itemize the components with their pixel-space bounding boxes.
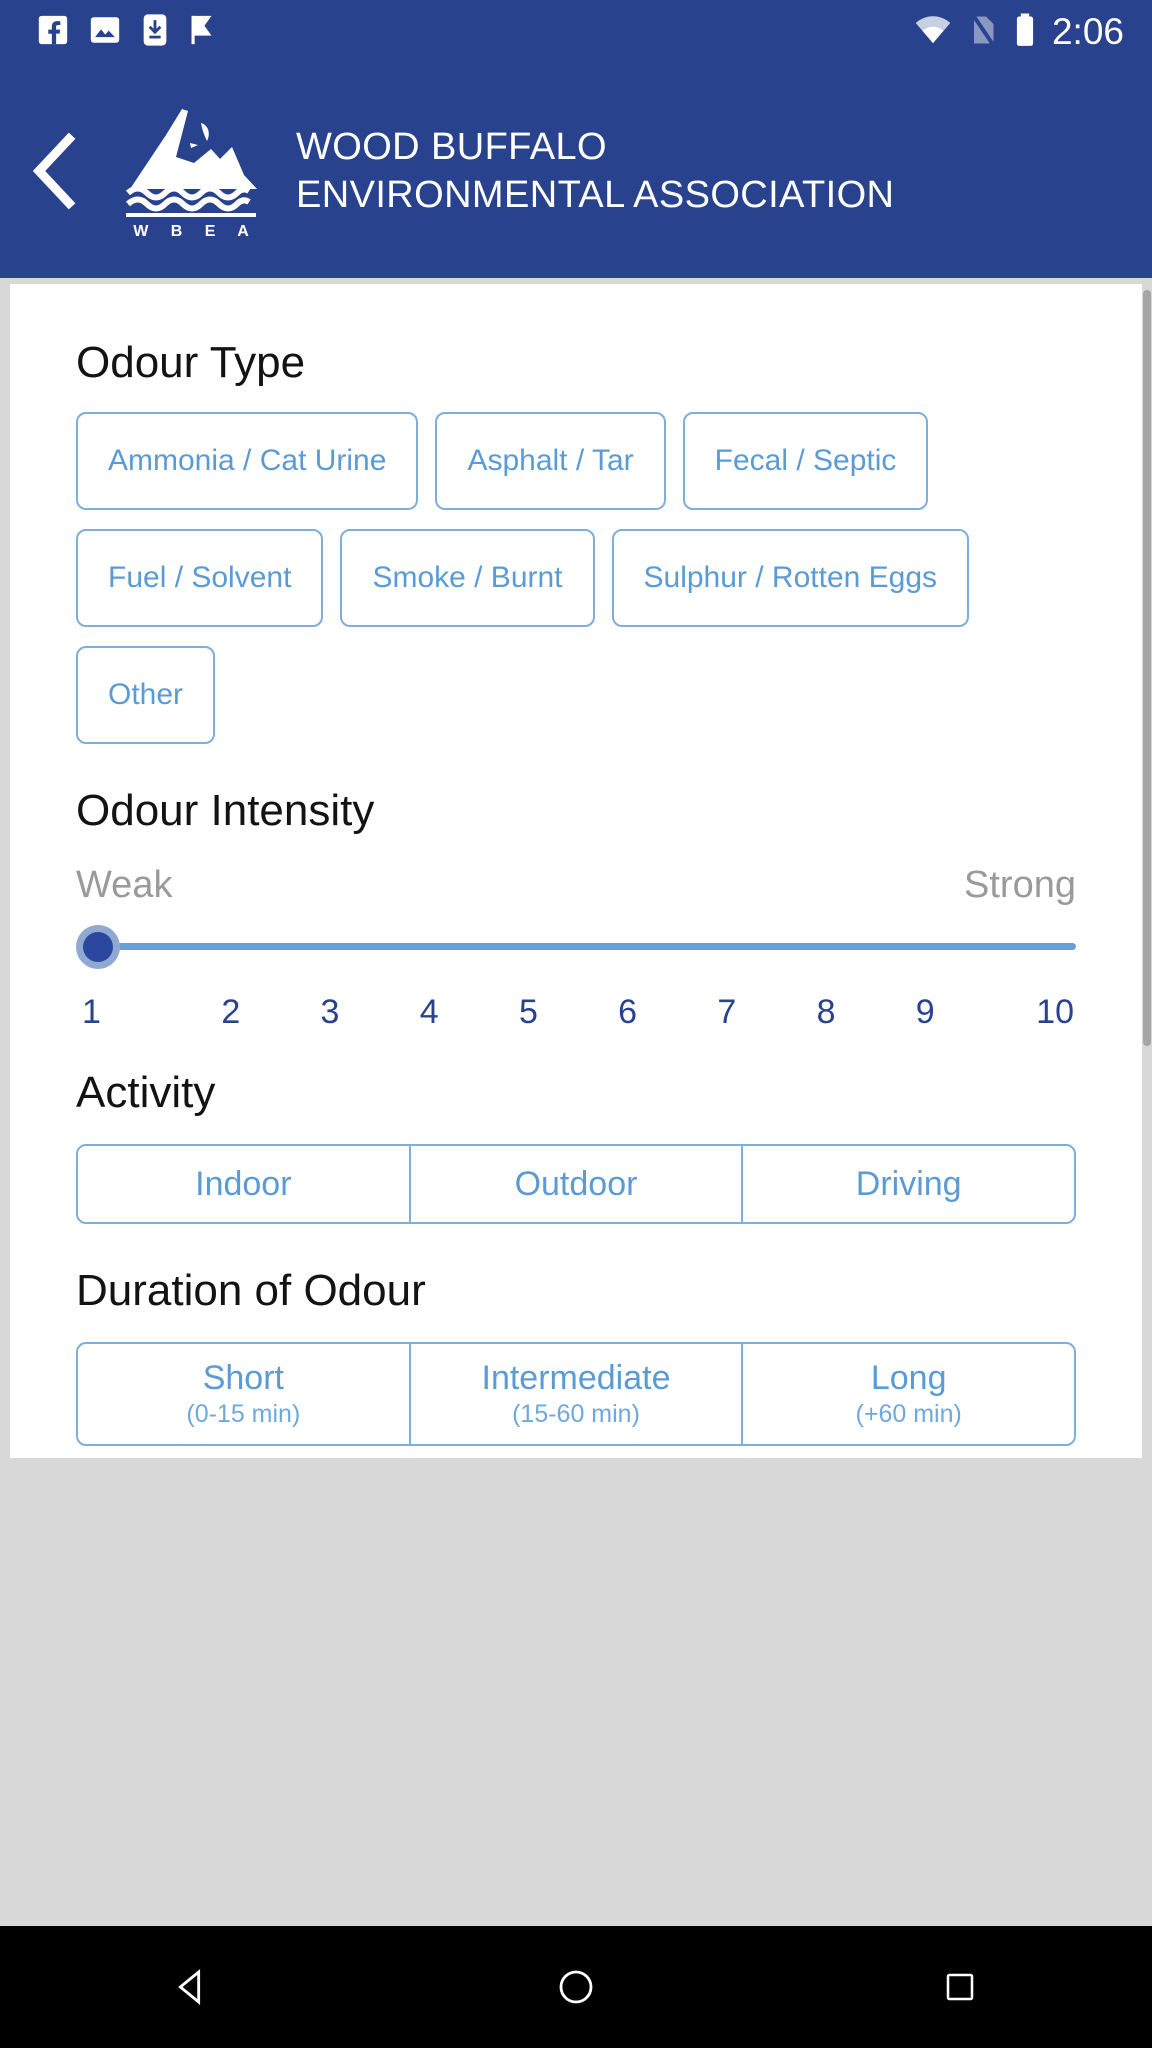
intensity-tick-10[interactable]: 10 <box>975 993 1076 1032</box>
nav-recents-button[interactable] <box>860 1969 1060 2005</box>
intensity-tick-7[interactable]: 7 <box>677 993 776 1032</box>
duration-option-long-label: Long <box>870 1359 947 1397</box>
odour-type-chip-smoke[interactable]: Smoke / Burnt <box>340 529 595 627</box>
intensity-min-label: Weak <box>76 864 173 906</box>
duration-option-long-sub: (+60 min) <box>855 1400 962 1428</box>
odour-type-chip-group: Ammonia / Cat Urine Asphalt / Tar Fecal … <box>76 412 1076 744</box>
duration-option-short-label: Short <box>202 1359 284 1397</box>
nav-back-button[interactable] <box>92 1967 292 2007</box>
duration-option-intermediate-label: Intermediate <box>481 1359 671 1397</box>
duration-option-intermediate[interactable]: Intermediate (15-60 min) <box>411 1344 744 1444</box>
intensity-tick-1[interactable]: 1 <box>76 993 181 1032</box>
odour-type-row-1: Ammonia / Cat Urine Asphalt / Tar Fecal … <box>76 412 1076 510</box>
intensity-slider-thumb[interactable] <box>76 925 120 969</box>
intensity-tick-9[interactable]: 9 <box>876 993 975 1032</box>
odour-intensity-title: Odour Intensity <box>76 786 375 835</box>
duration-option-short-sub: (0-15 min) <box>186 1400 301 1428</box>
duration-segmented-control: Short (0-15 min) Intermediate (15-60 min… <box>76 1342 1076 1446</box>
odour-type-chip-ammonia[interactable]: Ammonia / Cat Urine <box>76 412 419 510</box>
wifi-icon <box>914 13 952 52</box>
form-scroll-area[interactable]: Odour Type Ammonia / Cat Urine Asphalt /… <box>10 284 1142 1458</box>
intensity-slider[interactable] <box>76 917 1076 975</box>
facebook-icon <box>36 13 70 52</box>
activity-option-driving[interactable]: Driving <box>743 1146 1074 1222</box>
activity-option-outdoor-label: Outdoor <box>514 1164 638 1203</box>
intensity-tick-5[interactable]: 5 <box>479 993 578 1032</box>
odour-type-chip-asphalt[interactable]: Asphalt / Tar <box>435 412 666 510</box>
clock-time: 2:06 <box>1051 11 1124 52</box>
intensity-tick-2[interactable]: 2 <box>181 993 280 1032</box>
activity-option-indoor[interactable]: Indoor <box>78 1146 411 1222</box>
back-button[interactable] <box>0 64 110 278</box>
wbea-logo: W B E A <box>116 101 266 241</box>
app-bar-title-line1: WOOD BUFFALO <box>296 126 607 168</box>
duration-option-long[interactable]: Long (+60 min) <box>743 1344 1074 1444</box>
android-navigation-bar <box>0 1926 1152 2048</box>
status-bar-notification-icons <box>36 13 218 52</box>
odour-type-chip-fecal[interactable]: Fecal / Septic <box>682 412 929 510</box>
checkmark-flag-icon <box>188 13 218 52</box>
back-triangle-icon <box>178 1969 201 2005</box>
intensity-slider-track[interactable] <box>90 943 1076 950</box>
gallery-icon <box>88 13 122 52</box>
battery-icon <box>1014 12 1036 53</box>
activity-segmented-control: Indoor Outdoor Driving <box>76 1144 1076 1224</box>
chevron-left-icon <box>32 132 76 210</box>
odour-type-chip-other[interactable]: Other <box>76 646 216 744</box>
app-bar: W B E A WOOD BUFFALO ENVIRONMENTAL ASSOC… <box>0 64 1152 278</box>
odour-type-chip-sulphur[interactable]: Sulphur / Rotten Eggs <box>611 529 970 627</box>
intensity-max-label: Strong <box>964 864 1076 906</box>
intensity-tick-4[interactable]: 4 <box>380 993 479 1032</box>
home-circle-icon <box>559 1970 593 2004</box>
activity-option-driving-label: Driving <box>855 1164 962 1203</box>
duration-option-intermediate-sub: (15-60 min) <box>512 1400 640 1428</box>
odour-type-title: Odour Type <box>76 338 306 387</box>
sim-off-icon <box>968 12 998 53</box>
app-bar-title: WOOD BUFFALO ENVIRONMENTAL ASSOCIATION <box>296 123 894 219</box>
form-content: Odour Type Ammonia / Cat Urine Asphalt /… <box>10 338 1142 1458</box>
intensity-range-labels: Weak Strong <box>76 864 1076 907</box>
app-bar-title-line2: ENVIRONMENTAL ASSOCIATION <box>296 174 895 216</box>
scrollbar-thumb[interactable] <box>1143 290 1151 1046</box>
activity-option-indoor-label: Indoor <box>195 1164 292 1203</box>
intensity-tick-labels: 1 2 3 4 5 6 7 8 9 10 <box>76 993 1076 1032</box>
download-icon <box>140 13 170 52</box>
app-root: 2:06 W B E A WOOD BUFFALO ENVIRONMENTAL … <box>0 0 1152 2048</box>
status-bar-system-icons: 2:06 <box>914 11 1124 53</box>
intensity-tick-6[interactable]: 6 <box>578 993 677 1032</box>
duration-title: Duration of Odour <box>76 1266 426 1315</box>
recents-square-icon <box>946 1973 974 2001</box>
odour-type-row-2: Fuel / Solvent Smoke / Burnt Sulphur / R… <box>76 529 1076 627</box>
activity-title: Activity <box>76 1068 216 1117</box>
intensity-tick-3[interactable]: 3 <box>280 993 379 1032</box>
wbea-logo-letters: W B E A <box>133 223 258 240</box>
intensity-tick-8[interactable]: 8 <box>776 993 875 1032</box>
activity-option-outdoor[interactable]: Outdoor <box>411 1146 744 1222</box>
status-bar: 2:06 <box>0 0 1152 64</box>
odour-type-row-3: Other <box>76 646 1076 744</box>
duration-option-short[interactable]: Short (0-15 min) <box>78 1344 411 1444</box>
odour-type-chip-fuel[interactable]: Fuel / Solvent <box>76 529 324 627</box>
wbea-mountain-buffalo-icon <box>125 109 257 217</box>
nav-home-button[interactable] <box>476 1967 676 2007</box>
